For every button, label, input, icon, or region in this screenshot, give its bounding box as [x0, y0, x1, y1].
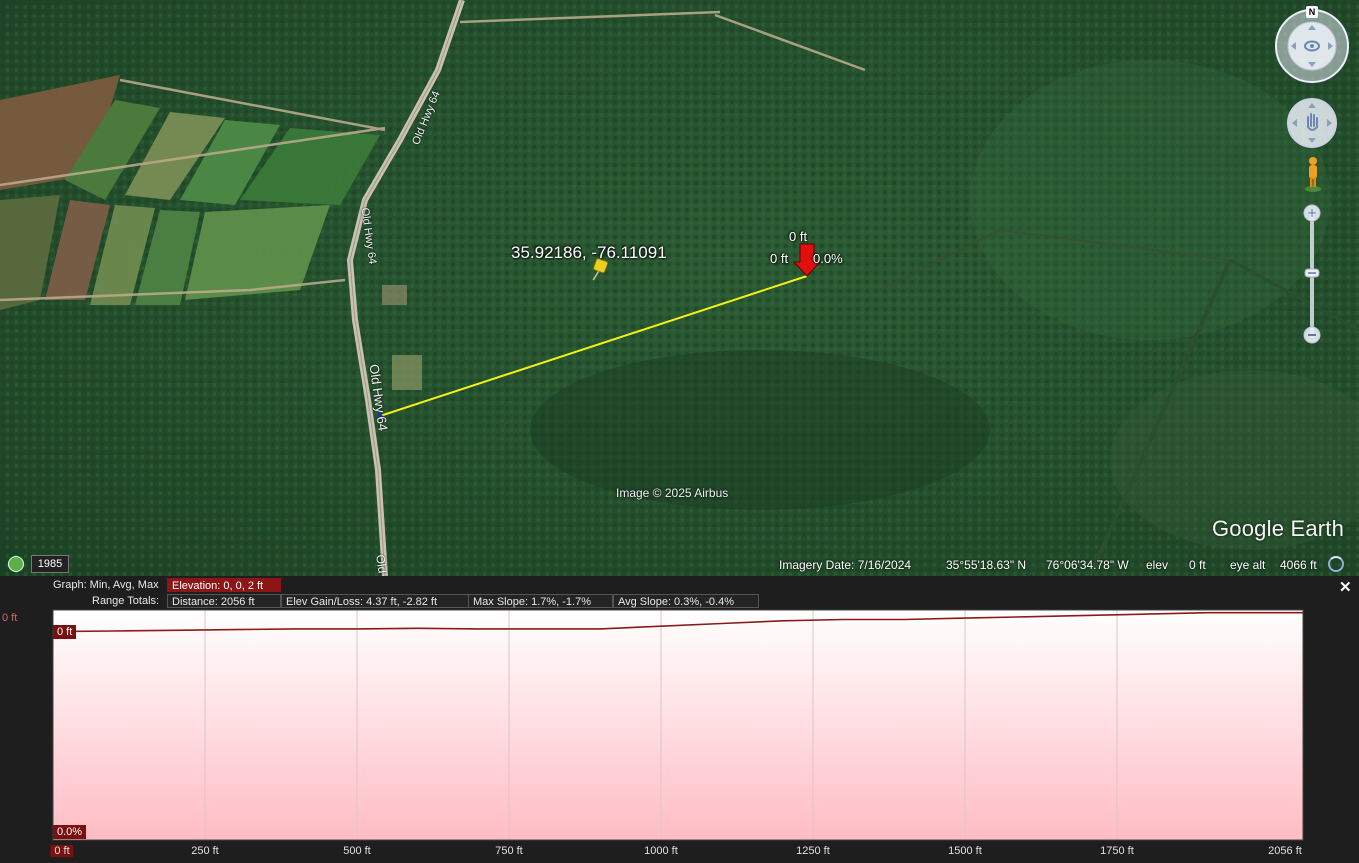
x-tick-label: 750 ft: [495, 845, 523, 857]
eye-altitude-readout: 4066 ft: [1280, 558, 1317, 572]
google-earth-logo: Google Earth: [1212, 516, 1345, 541]
eye-altitude-label: eye alt: [1230, 558, 1266, 572]
elevation-readout: 0 ft: [1189, 558, 1206, 572]
zoom-slider[interactable]: +: [1302, 203, 1322, 348]
compass-north-label: N: [1306, 6, 1318, 18]
pin-distance-label: 0 ft: [770, 251, 789, 266]
street-view-pegman-icon[interactable]: [1303, 155, 1323, 193]
map-view[interactable]: Old Hwy 64 Old Hwy 64 Old Hwy 64 Old 35.…: [0, 0, 1359, 576]
imagery-copyright: Image © 2025 Airbus: [616, 486, 729, 500]
elevation-label: elev: [1146, 558, 1169, 572]
y-axis-top-label: 0 ft: [2, 612, 18, 624]
longitude-readout: 76°06'34.78" W: [1046, 558, 1129, 572]
x-tick-label: 500 ft: [343, 845, 371, 857]
move-hand-control[interactable]: [1286, 97, 1338, 149]
x-tick-label: 2056 ft: [1268, 845, 1302, 857]
plot-area: [53, 610, 1303, 840]
latitude-readout: 35°55'18.63" N: [946, 558, 1027, 572]
elevation-marker-tag: 0 ft: [53, 625, 77, 639]
streaming-progress-icon: [1328, 556, 1344, 572]
elevation-profile-chart[interactable]: [0, 576, 1359, 863]
historical-imagery-year[interactable]: 1985: [31, 555, 69, 573]
x-tick-label: 1500 ft: [948, 845, 982, 857]
x-tick-label: 250 ft: [191, 845, 219, 857]
historical-imagery-clock-icon[interactable]: [8, 556, 24, 572]
slope-marker-tag: 0.0%: [53, 825, 87, 839]
pin-slope-label: 0.0%: [813, 251, 843, 266]
x-tick-label: 1250 ft: [796, 845, 830, 857]
placemark-label[interactable]: 35.92186, -76.11091: [511, 243, 667, 263]
x-tick-label: 1750 ft: [1100, 845, 1134, 857]
x-tick-label: 0 ft: [50, 845, 74, 857]
x-tick-label: 1000 ft: [644, 845, 678, 857]
pin-elevation-label: 0 ft: [789, 229, 808, 244]
imagery-date: Imagery Date: 7/16/2024: [779, 558, 912, 572]
zoom-in-icon: +: [1307, 206, 1317, 220]
compass-navigation[interactable]: [1274, 8, 1350, 84]
